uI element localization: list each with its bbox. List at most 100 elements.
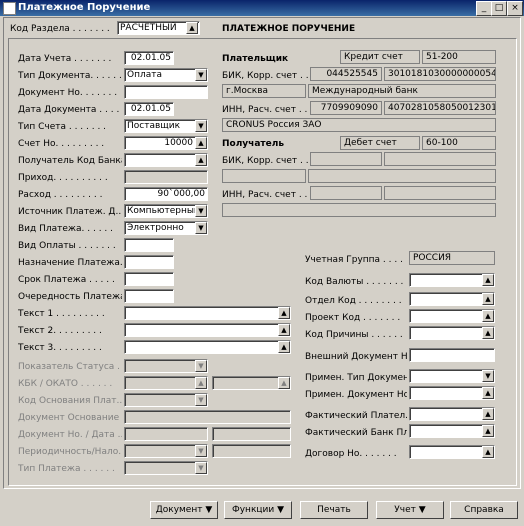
payer-bik-label: БИК, Корр. счет . . — [222, 71, 308, 81]
account-date-field[interactable]: 02.01.05 — [124, 51, 174, 65]
doc-date-label: Дата Документа . . . . — [18, 105, 120, 115]
priority-field[interactable] — [124, 289, 174, 303]
recipient-name — [222, 203, 496, 217]
payer-inn: 7709909090 — [310, 101, 382, 115]
credit-account-value: 51-200 — [422, 50, 496, 64]
actual-payer-label: Фактический Плател... — [305, 411, 407, 421]
okato-lookup-button: ▲ — [278, 377, 290, 389]
ext-doc-field[interactable] — [409, 348, 495, 362]
income-label: Приход. . . . . . . . . . — [18, 173, 108, 183]
project-label: Проект Код . . . . . . . — [305, 313, 401, 323]
kbk-label: КБК / ОКАТО . . . . . . — [18, 379, 113, 389]
recipient-bank-label: Получатель Код Банка. — [18, 156, 122, 166]
recipient-city — [222, 169, 306, 183]
help-button[interactable]: Справка — [450, 501, 518, 519]
recipient-corr-account — [384, 152, 496, 166]
section-lookup-button[interactable]: ▲ — [186, 22, 198, 34]
priority-label: Очередность Платежа . . — [18, 292, 122, 302]
text2-lookup-button[interactable]: ▲ — [278, 324, 290, 336]
chevron-down-icon: ▼ — [195, 462, 207, 474]
chevron-down-icon: ▼ — [195, 360, 207, 372]
ext-doc-label: Внешний Документ Но. . — [305, 352, 407, 362]
kbk-lookup-button: ▲ — [195, 377, 207, 389]
text2-field[interactable] — [124, 323, 291, 337]
text3-field[interactable] — [124, 340, 291, 354]
income-field — [124, 170, 208, 184]
account-lookup-button[interactable]: ▲ — [195, 137, 207, 149]
dept-lookup-button[interactable]: ▲ — [482, 293, 494, 305]
dept-label: Отдел Код . . . . . . . . — [305, 296, 402, 306]
chevron-down-icon: ▼ — [205, 505, 213, 515]
doc-date-field[interactable]: 02.01.05 — [124, 102, 174, 116]
currency-label: Код Валюты . . . . . . . — [305, 277, 404, 287]
pay-type-label: Вид Оплаты . . . . . . . — [18, 241, 116, 251]
document-button-label: Документ — [155, 505, 203, 515]
pay-kind-label: Вид Платежа. . . . . . — [18, 224, 114, 234]
maximize-button[interactable]: □ — [491, 1, 507, 16]
debit-account-value: 60-100 — [422, 136, 496, 150]
apply-no-lookup-button[interactable]: ▲ — [482, 387, 494, 399]
chevron-down-icon[interactable]: ▼ — [195, 69, 207, 81]
account-date-label: Дата Учета . . . . . . . — [18, 54, 112, 64]
contract-lookup-button[interactable]: ▲ — [482, 446, 494, 458]
chevron-down-icon[interactable]: ▼ — [195, 222, 207, 234]
basis-code-label: Код Основания Плат... — [18, 396, 122, 406]
minimize-button[interactable]: _ — [476, 1, 492, 16]
purpose-label: Назначение Платежа. . — [18, 258, 122, 268]
text3-label: Текст 3. . . . . . . . . — [18, 343, 102, 353]
expense-field[interactable]: 90`000,00 — [124, 187, 208, 201]
document-menu-button[interactable]: Документ ▼ — [150, 501, 218, 519]
actual-bank-label: Фактический Банк Пл... — [305, 428, 407, 438]
payer-heading: Плательщик — [222, 54, 289, 64]
doc-no-date-label: Документ Но. / Дата .. — [18, 430, 122, 440]
recipient-bank — [308, 169, 496, 183]
posting-button-label: Учет — [394, 505, 416, 515]
actual-payer-lookup-button[interactable]: ▲ — [482, 408, 494, 420]
close-button[interactable]: × — [507, 1, 523, 16]
chevron-down-icon: ▼ — [195, 445, 207, 457]
expense-label: Расход . . . . . . . . . — [18, 190, 103, 200]
form-title: ПЛАТЕЖНОЕ ПОРУЧЕНИЕ — [222, 24, 356, 34]
section-code-label: Код Раздела . . . . . . . — [10, 24, 110, 34]
payer-inn-label: ИНН, Расч. счет . . — [222, 105, 308, 115]
purpose-field[interactable] — [124, 255, 174, 269]
reason-label: Код Причины . . . . . . — [305, 330, 403, 340]
recipient-bik — [310, 152, 382, 166]
chevron-down-icon: ▼ — [195, 394, 207, 406]
term-field[interactable] — [124, 272, 174, 286]
print-button[interactable]: Печать — [300, 501, 368, 519]
text3-lookup-button[interactable]: ▲ — [278, 341, 290, 353]
reason-lookup-button[interactable]: ▲ — [482, 327, 494, 339]
currency-lookup-button[interactable]: ▲ — [482, 274, 494, 286]
apply-type-label: Примен. Тип Документа — [305, 373, 407, 383]
chevron-down-icon[interactable]: ▼ — [482, 370, 494, 382]
functions-button-label: Функции — [231, 505, 275, 515]
functions-menu-button[interactable]: Функции ▼ — [224, 501, 292, 519]
chevron-down-icon[interactable]: ▼ — [195, 120, 207, 132]
window-title: Платежное Поручение — [18, 2, 151, 13]
payer-bik: 044525545 — [310, 67, 382, 81]
group-value: РОССИЯ — [409, 251, 495, 265]
term-label: Срок Платежа . . . . . — [18, 275, 115, 285]
actual-bank-lookup-button[interactable]: ▲ — [482, 425, 494, 437]
source-label: Источник Платеж. Д... — [18, 207, 122, 217]
apply-no-label: Примен. Документ Но. . — [305, 390, 407, 400]
pay-type-field[interactable] — [124, 238, 174, 252]
print-button-label: Печать — [317, 505, 351, 515]
project-lookup-button[interactable]: ▲ — [482, 310, 494, 322]
recipient-heading: Получатель — [222, 139, 285, 149]
basis-doc-date-field — [212, 427, 291, 441]
recipient-inn-label: ИНН, Расч. счет . . — [222, 190, 308, 200]
tax-period-field — [212, 444, 291, 458]
basis-doc-no-field — [124, 427, 208, 441]
text1-field[interactable] — [124, 306, 291, 320]
period-label: Периодичность/Нало... — [18, 447, 122, 457]
bank-lookup-button[interactable]: ▲ — [195, 154, 207, 166]
doc-no-field[interactable] — [124, 85, 208, 99]
chevron-down-icon[interactable]: ▼ — [195, 205, 207, 217]
text2-label: Текст 2. . . . . . . . . — [18, 326, 102, 336]
group-label: Учетная Группа . . . . — [305, 255, 403, 265]
payer-account: 40702810580500123012 — [384, 101, 496, 115]
posting-menu-button[interactable]: Учет ▼ — [376, 501, 444, 519]
text1-lookup-button[interactable]: ▲ — [278, 307, 290, 319]
